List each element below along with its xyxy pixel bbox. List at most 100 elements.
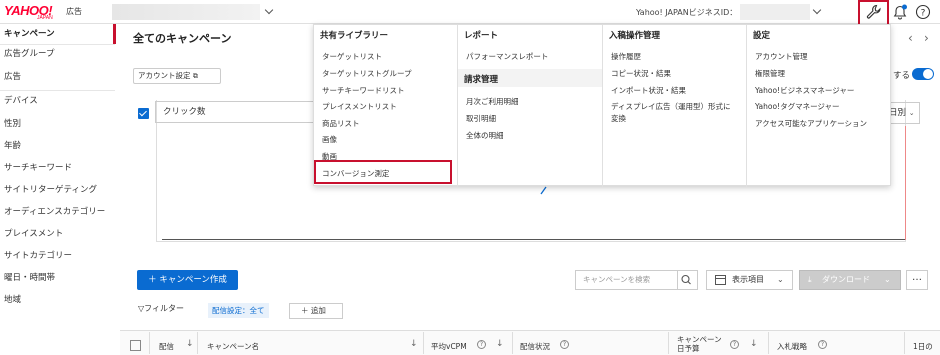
chart-right-edge (905, 126, 906, 240)
sidebar-item-adgroup[interactable]: 広告グループ (0, 44, 115, 64)
sidebar-item-campaign[interactable]: キャンペーン (0, 24, 116, 44)
menu-item-search-keyword-list[interactable]: サーチキーワードリスト (322, 85, 405, 96)
column-header-avg-vcpm[interactable]: 平均vCPM (431, 341, 467, 352)
top-bar: YAHOO! JAPAN 広告 Yahoo! JAPANビジネスID： ? (0, 0, 940, 26)
menu-item-operation-history[interactable]: 操作履歴 (611, 51, 641, 62)
menu-item-images[interactable]: 画像 (322, 134, 337, 145)
chevron-left-icon[interactable]: ‹ (908, 31, 913, 45)
page-title: 全てのキャンペーン (133, 32, 232, 45)
campaign-search-input[interactable]: キャンペーンを検索 (575, 270, 678, 290)
search-button[interactable] (677, 270, 698, 290)
menu-item-placement-list[interactable]: プレイスメントリスト (322, 101, 397, 112)
sidebar-item-site-category[interactable]: サイトカテゴリー (0, 246, 115, 266)
active-indicator (113, 24, 116, 44)
sidebar-item-label: 性別 (4, 119, 22, 129)
filter-button[interactable]: ▽フィルター (138, 303, 184, 314)
metric-select[interactable]: クリック数 (155, 101, 315, 123)
menu-item-performance-report[interactable]: パフォーマンスレポート (466, 51, 548, 62)
business-id-value[interactable] (740, 4, 810, 20)
sidebar-item-label: 広告 (4, 72, 22, 82)
menu-item-monthly-statement[interactable]: 月次ご利用明細 (466, 96, 519, 107)
menu-item-target-list[interactable]: ターゲットリスト (322, 51, 382, 62)
download-label: ダウンロード (822, 275, 870, 284)
menu-item-copy-status[interactable]: コピー状況・結果 (611, 68, 671, 79)
menu-heading: レポート (464, 31, 499, 41)
sidebar-item-site-retargeting[interactable]: サイトリターゲティング (0, 180, 115, 200)
menu-item-tag-manager[interactable]: Yahoo!タグマネージャー (755, 101, 840, 112)
filter-chip[interactable]: 配信設定：全て (208, 303, 269, 318)
column-separator (668, 332, 669, 354)
graph-toggle[interactable] (912, 68, 934, 80)
column-separator (512, 332, 513, 354)
create-campaign-label: キャンペーン作成 (159, 275, 227, 285)
menu-heading: 請求管理 (464, 75, 499, 85)
sidebar-item-label: サイトリターゲティング (4, 185, 97, 195)
display-items-button[interactable]: 表示項目 ⌄ (706, 270, 793, 290)
filter-chip-label: 配信設定：全て (212, 306, 265, 315)
menu-heading: 設定 (753, 31, 771, 41)
column-header-bid-strategy[interactable]: 入札戦略 (777, 341, 807, 352)
more-icon: … (912, 272, 922, 283)
menu-item-product-list[interactable]: 商品リスト (322, 118, 360, 129)
menu-item-business-manager[interactable]: Yahoo!ビジネスマネージャー (755, 85, 854, 96)
sidebar-item-placement[interactable]: プレイスメント (0, 224, 115, 244)
sidebar-item-label: キャンペーン (4, 29, 55, 39)
help-icon[interactable]: ? (730, 340, 739, 349)
download-button[interactable]: ⤓ ダウンロード ⌄ (799, 270, 901, 290)
display-items-label: 表示項目 (732, 275, 764, 284)
menu-heading: 共有ライブラリー (320, 31, 389, 41)
svg-text:?: ? (921, 9, 926, 19)
help-icon[interactable]: ? (915, 4, 931, 20)
create-campaign-button[interactable]: ＋ キャンペーン作成 (137, 270, 238, 290)
notification-bell-icon[interactable] (892, 4, 908, 20)
column-header-daily-budget[interactable]: キャンペーン日予算 (677, 335, 727, 353)
chevron-down-icon[interactable] (264, 5, 274, 15)
chevron-down-icon: ⌄ (884, 275, 891, 284)
help-icon[interactable]: ? (560, 340, 569, 349)
metric-checkbox[interactable] (138, 108, 149, 119)
sidebar-item-ad[interactable]: 広告 (0, 67, 115, 87)
plus-icon: ＋ (148, 275, 160, 285)
help-icon[interactable]: ? (818, 340, 827, 349)
sidebar-item-label: オーディエンスカテゴリー (4, 207, 106, 217)
sidebar-item-day-time[interactable]: 曜日・時間帯 (0, 268, 115, 288)
select-all-checkbox[interactable] (130, 340, 141, 351)
sidebar-item-region[interactable]: 地域 (0, 290, 115, 310)
sidebar-item-audience-category[interactable]: オーディエンスカテゴリー (0, 202, 115, 222)
account-selector[interactable] (112, 4, 260, 20)
metric-select-value: クリック数 (163, 107, 206, 117)
chart-baseline (162, 239, 906, 240)
menu-item-transaction-statement[interactable]: 取引明細 (466, 113, 496, 124)
sidebar-item-device[interactable]: デバイス (0, 91, 115, 111)
sort-arrow-icon[interactable]: ↓ (186, 339, 194, 349)
account-setting-button[interactable]: アカウント設定 ⧉ (133, 68, 221, 84)
menu-item-accessible-apps[interactable]: アクセス可能なアプリケーション (755, 118, 867, 129)
column-header-campaign-name[interactable]: キャンペーン名 (207, 341, 259, 352)
sidebar-item-age[interactable]: 年齢 (0, 136, 115, 156)
sidebar-item-label: 曜日・時間帯 (4, 273, 56, 283)
column-separator (423, 332, 424, 354)
sidebar-item-label: デバイス (4, 96, 38, 106)
chevron-down-icon[interactable] (812, 5, 822, 15)
sort-arrow-icon[interactable]: ↓ (496, 339, 504, 349)
sidebar-item-gender[interactable]: 性別 (0, 114, 115, 134)
add-filter-button[interactable]: ＋ 追加 (289, 303, 343, 319)
menu-item-all-statements[interactable]: 全体の明細 (466, 130, 504, 141)
column-header-daily[interactable]: 1日の (913, 341, 933, 352)
help-icon[interactable]: ? (477, 340, 486, 349)
columns-icon (715, 275, 726, 285)
sidebar-item-search-keyword[interactable]: サーチキーワード (0, 158, 115, 178)
wrench-icon[interactable] (866, 4, 882, 20)
column-header-delivery[interactable]: 配信 (159, 341, 174, 352)
menu-item-convert-display-ads[interactable]: ディスプレイ広告（運用型）形式に (611, 101, 730, 112)
chevron-right-icon[interactable]: › (924, 31, 929, 45)
more-button[interactable]: … (906, 270, 928, 290)
menu-item-permission-management[interactable]: 権限管理 (755, 68, 785, 79)
menu-item-target-list-group[interactable]: ターゲットリストグループ (322, 68, 412, 79)
column-header-delivery-status[interactable]: 配信状況 (520, 341, 550, 352)
sort-arrow-icon[interactable]: ↓ (750, 339, 758, 349)
menu-item-account-management[interactable]: アカウント管理 (755, 51, 808, 62)
sort-arrow-icon[interactable]: ↓ (410, 339, 418, 349)
menu-item-convert-display-ads-cont[interactable]: 変換 (611, 113, 626, 124)
menu-item-import-status[interactable]: インポート状況・結果 (611, 85, 686, 96)
